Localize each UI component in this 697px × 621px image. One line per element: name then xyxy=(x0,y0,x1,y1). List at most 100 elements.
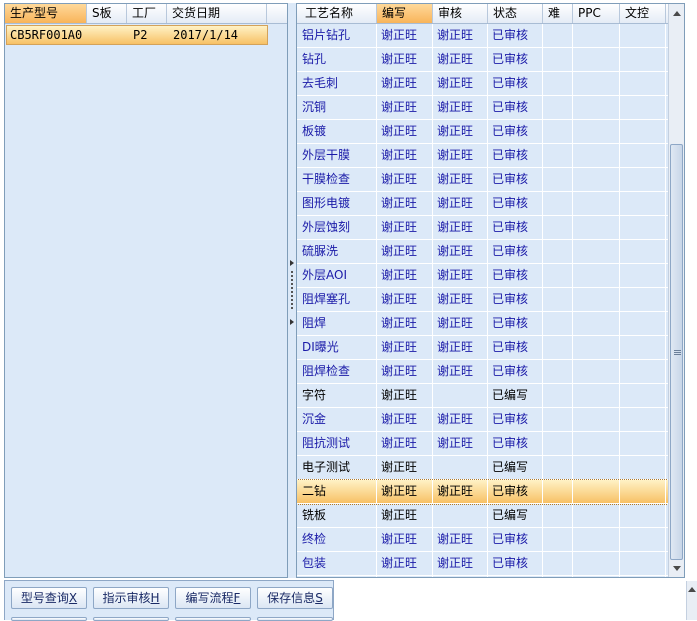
process-row[interactable]: DI曝光 谢正旺 谢正旺 已审核 xyxy=(297,336,684,360)
process-row[interactable]: 图形电镀 谢正旺 谢正旺 已审核 xyxy=(297,192,684,216)
writer-cell: 谢正旺 xyxy=(377,144,433,167)
arrow-up-icon-2 xyxy=(688,587,696,592)
writer-cell: 谢正旺 xyxy=(377,528,433,551)
model-row[interactable]: CB5RF001A0 P2 2017/1/14 xyxy=(6,25,268,45)
process-row[interactable]: 沉金 谢正旺 谢正旺 已审核 xyxy=(297,408,684,432)
toolbar-button-row2-2[interactable] xyxy=(93,617,169,621)
col-header-ppc[interactable]: PPC xyxy=(573,4,620,23)
process-row[interactable]: 终检 谢正旺 谢正旺 已审核 xyxy=(297,528,684,552)
process-row[interactable]: 沉铜 谢正旺 谢正旺 已审核 xyxy=(297,96,684,120)
instruction-review-button[interactable]: 指示审核H xyxy=(93,587,169,609)
pane-splitter[interactable] xyxy=(288,3,296,578)
process-row[interactable]: 去毛刺 谢正旺 谢正旺 已审核 xyxy=(297,72,684,96)
doc-control-cell xyxy=(620,456,666,479)
col-header-status[interactable]: 状态 xyxy=(488,4,543,23)
reviewer-cell: 谢正旺 xyxy=(433,336,488,359)
save-info-label: 保存信息 xyxy=(267,591,316,605)
process-row[interactable]: 铝片钻孔 谢正旺 谢正旺 已审核 xyxy=(297,24,684,48)
model-query-button[interactable]: 型号查询X xyxy=(11,587,87,609)
process-row[interactable]: 电子测试 谢正旺 已编写 xyxy=(297,456,684,480)
process-name-cell: 阻焊检查 xyxy=(297,360,377,383)
process-name-cell: 字符 xyxy=(297,384,377,407)
ppc-cell xyxy=(573,528,620,551)
process-row[interactable]: 钻孔 谢正旺 谢正旺 已审核 xyxy=(297,48,684,72)
writer-cell: 谢正旺 xyxy=(377,312,433,335)
status-cell: 已审核 xyxy=(488,72,543,95)
process-name-cell: 图形电镀 xyxy=(297,192,377,215)
process-grid-header: 工艺名称 编写 审核 状态 难 PPC 文控 xyxy=(297,4,684,24)
status-cell: 已审核 xyxy=(488,528,543,551)
process-row[interactable]: 包装 谢正旺 谢正旺 已审核 xyxy=(297,552,684,576)
col-header-delivery-date[interactable]: 交货日期 xyxy=(167,4,267,23)
vertical-scrollbar[interactable] xyxy=(668,4,684,577)
difficulty-cell xyxy=(543,72,573,95)
scroll-up-button[interactable] xyxy=(669,6,684,20)
process-row[interactable]: 铣板 谢正旺 已编写 xyxy=(297,504,684,528)
delivery-date-cell: 2017/1/14 xyxy=(173,28,239,42)
difficulty-cell xyxy=(543,528,573,551)
process-name-cell: 去毛刺 xyxy=(297,72,377,95)
status-cell: 已审核 xyxy=(488,216,543,239)
col-header-process-name[interactable]: 工艺名称 xyxy=(297,4,377,23)
process-row[interactable]: 干膜检查 谢正旺 谢正旺 已审核 xyxy=(297,168,684,192)
col-header-s-board[interactable]: S板 xyxy=(87,4,127,23)
process-name-cell: 干膜检查 xyxy=(297,168,377,191)
col-header-doc-control[interactable]: 文控 xyxy=(620,4,666,23)
process-row[interactable]: 阻焊塞孔 谢正旺 谢正旺 已审核 xyxy=(297,288,684,312)
process-name-cell: 板镀 xyxy=(297,120,377,143)
write-flow-button[interactable]: 编写流程F xyxy=(175,587,251,609)
doc-control-cell xyxy=(620,528,666,551)
status-cell: 已审核 xyxy=(488,264,543,287)
toolbar-button-row2-1[interactable] xyxy=(11,617,87,621)
reviewer-cell: 谢正旺 xyxy=(433,312,488,335)
reviewer-cell: 谢正旺 xyxy=(433,72,488,95)
scroll-down-button[interactable] xyxy=(669,561,684,575)
difficulty-cell xyxy=(543,120,573,143)
writer-cell: 谢正旺 xyxy=(377,264,433,287)
process-row[interactable]: 阻抗测试 谢正旺 谢正旺 已审核 xyxy=(297,432,684,456)
status-cell: 已审核 xyxy=(488,288,543,311)
toolbar-button-row2-4[interactable] xyxy=(257,617,333,621)
ppc-cell xyxy=(573,504,620,527)
col-header-writer[interactable]: 编写 xyxy=(377,4,433,23)
process-row[interactable]: 硫脲洗 谢正旺 谢正旺 已审核 xyxy=(297,240,684,264)
process-row[interactable]: 板镀 谢正旺 谢正旺 已审核 xyxy=(297,120,684,144)
status-cell: 已审核 xyxy=(488,336,543,359)
process-row[interactable]: 外层干膜 谢正旺 谢正旺 已审核 xyxy=(297,144,684,168)
model-cell: CB5RF001A0 xyxy=(10,28,83,42)
process-row[interactable]: 二钻 谢正旺 谢正旺 已审核 xyxy=(297,479,684,505)
col-header-model[interactable]: 生产型号 xyxy=(5,4,87,23)
reviewer-cell xyxy=(433,504,488,527)
splitter-grip-icon xyxy=(291,271,293,311)
process-row[interactable]: 外层蚀刻 谢正旺 谢正旺 已审核 xyxy=(297,216,684,240)
col-header-factory[interactable]: 工厂 xyxy=(127,4,167,23)
process-row[interactable]: 字符 谢正旺 已编写 xyxy=(297,384,684,408)
status-cell: 已审核 xyxy=(488,480,543,503)
difficulty-cell xyxy=(543,216,573,239)
arrow-down-icon xyxy=(672,565,681,571)
model-query-hotkey: X xyxy=(68,591,78,605)
process-row[interactable]: 阻焊检查 谢正旺 谢正旺 已审核 xyxy=(297,360,684,384)
reviewer-cell: 谢正旺 xyxy=(433,168,488,191)
col-header-difficulty[interactable]: 难 xyxy=(543,4,573,23)
scroll-thumb[interactable] xyxy=(670,144,683,560)
status-cell: 已审核 xyxy=(488,408,543,431)
process-row[interactable]: 阻焊 谢正旺 谢正旺 已审核 xyxy=(297,312,684,336)
col-header-reviewer[interactable]: 审核 xyxy=(433,4,488,23)
process-row[interactable]: 外层AOI 谢正旺 谢正旺 已审核 xyxy=(297,264,684,288)
writer-cell: 谢正旺 xyxy=(377,480,433,503)
process-row[interactable]: 成品仓谢正旺谢正旺已审核 xyxy=(297,576,684,577)
process-name-cell: 铝片钻孔 xyxy=(297,24,377,47)
toolbar-button-row2-3[interactable] xyxy=(175,617,251,621)
status-cell: 已审核 xyxy=(488,312,543,335)
process-name-cell: 阻抗测试 xyxy=(297,432,377,455)
reviewer-cell: 谢正旺 xyxy=(433,432,488,455)
difficulty-cell xyxy=(543,312,573,335)
reviewer-cell: 谢正旺 xyxy=(433,360,488,383)
bottom-right-scrollbar[interactable] xyxy=(686,581,697,620)
doc-control-cell xyxy=(620,552,666,575)
save-info-hotkey: S xyxy=(315,591,323,605)
status-cell: 已审核 xyxy=(488,96,543,119)
save-info-button[interactable]: 保存信息S xyxy=(257,587,333,609)
reviewer-cell: 谢正旺 xyxy=(433,408,488,431)
